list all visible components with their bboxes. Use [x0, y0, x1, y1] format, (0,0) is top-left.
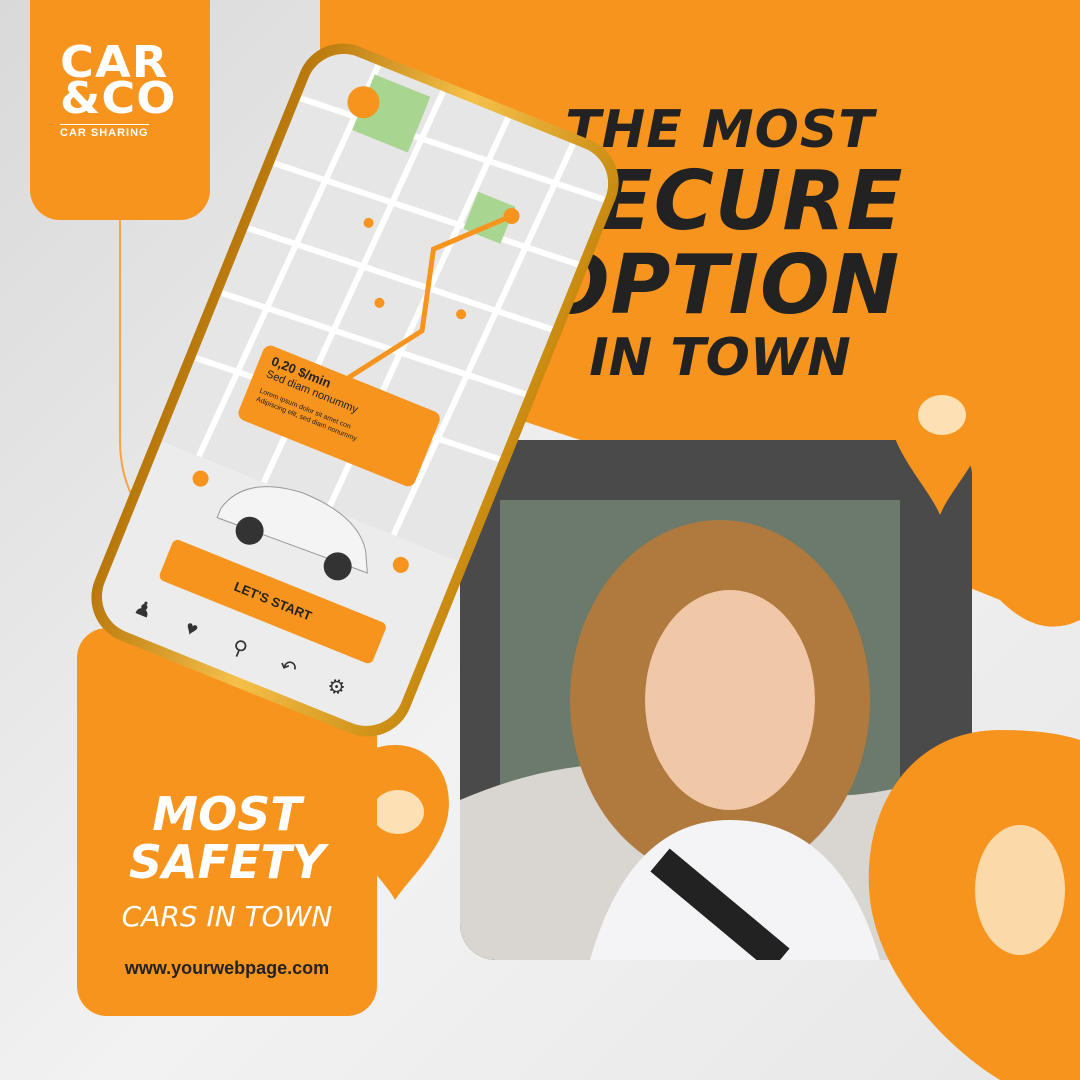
card-line1: MOST	[152, 787, 302, 841]
card-line2: SAFETY	[128, 835, 326, 889]
gear-icon[interactable]: ⚙	[308, 666, 366, 709]
next-arrow-icon[interactable]	[390, 554, 411, 575]
headline-line4: IN TOWN	[589, 328, 851, 388]
card-headline: MOST SAFETY	[77, 790, 377, 886]
website-url[interactable]: www.yourwebpage.com	[77, 958, 377, 979]
back-icon[interactable]: ↶	[259, 646, 317, 689]
location-icon[interactable]: ⚲	[211, 627, 269, 670]
heart-icon[interactable]: ♥	[163, 609, 220, 650]
logo-subtitle: CAR SHARING	[60, 124, 149, 139]
location-pin-3d-icon-large	[868, 730, 1080, 1080]
logo-line2: &CO	[60, 73, 177, 124]
prev-arrow-icon[interactable]	[190, 468, 211, 489]
card-line3: CARS IN TOWN	[121, 900, 333, 933]
user-icon[interactable]: ♟	[115, 588, 173, 631]
logo: CAR &CO	[60, 41, 177, 124]
location-pin-3d-icon	[889, 355, 991, 515]
